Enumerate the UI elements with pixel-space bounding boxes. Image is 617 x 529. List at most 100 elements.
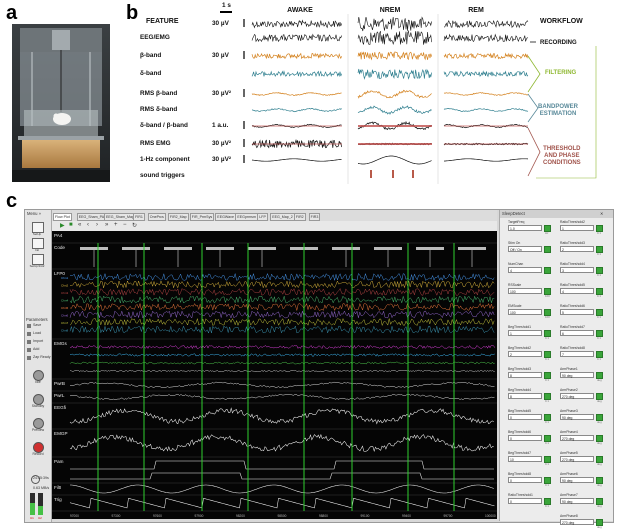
param-unit: 0.1	[597, 294, 601, 298]
stop-icon[interactable]: ■	[69, 222, 73, 228]
param-input[interactable]: 270 deg	[560, 435, 594, 441]
param-input[interactable]: 7	[560, 351, 594, 357]
param-input[interactable]: 1	[560, 225, 594, 231]
menu-button[interactable]: Menu »	[27, 211, 41, 216]
apply-check-icon[interactable]	[544, 246, 551, 253]
param-input[interactable]: 100	[508, 288, 542, 294]
param-input[interactable]: 0	[508, 435, 542, 441]
zoom-in-icon[interactable]: +	[114, 222, 118, 228]
x-tick-8: 99400	[402, 514, 411, 518]
param-input[interactable]: 90 deg	[560, 414, 594, 420]
param-unit: 0.1	[597, 252, 601, 256]
param-button-4[interactable]: Zap Ready	[33, 355, 51, 359]
param-input[interactable]: 1	[508, 330, 542, 336]
plot-trace-emgp	[69, 433, 494, 453]
code-marker-0	[80, 247, 108, 250]
flow-plot-area[interactable]: PA4 Code LFP0 EMGs PwrB PwrL EEGfi EMGP Pam FiltI…	[52, 231, 497, 519]
param-label: ArmPhase6	[560, 472, 578, 476]
param-field-right_col2-7: ArmPhase1 90 deg deg	[560, 367, 603, 382]
param-unit: deg	[597, 504, 602, 508]
setup-button-label-2: SetUp/Init2	[29, 264, 45, 268]
fast-forward-icon[interactable]: »	[105, 222, 108, 228]
tab-12[interactable]: FIR3	[308, 213, 321, 221]
play-icon[interactable]: ▶	[60, 222, 65, 229]
param-field-right_col1-2: NumChan 4	[508, 262, 551, 277]
plot-trace-emg-1	[69, 344, 496, 350]
param-input[interactable]: 90 deg	[560, 498, 594, 504]
param-input[interactable]: 5	[560, 309, 594, 315]
param-unit: 100	[545, 294, 550, 298]
channel-label-1: Code	[54, 245, 65, 250]
param-label: ArmPhase2	[560, 388, 578, 392]
rewind-icon[interactable]: «	[78, 222, 81, 228]
tab-2[interactable]: EEG_Sham_Map	[104, 213, 136, 221]
panel-letter-c: c	[6, 190, 18, 212]
param-label: RatioThreshold4	[560, 262, 585, 266]
plot-trace-lfp-0	[69, 272, 495, 282]
param-input[interactable]: 270 deg	[560, 519, 594, 525]
param-input[interactable]: 1.0	[508, 225, 542, 231]
tab-5[interactable]: FIR2_Map	[167, 213, 189, 221]
param-input[interactable]: 270 deg	[560, 393, 594, 399]
param-input[interactable]: 270 deg	[560, 456, 594, 462]
param-label: ArmPhase8	[560, 514, 578, 518]
trace-0-0	[251, 19, 342, 29]
param-button-3[interactable]: Add	[33, 347, 39, 351]
param-button-0[interactable]: Save	[33, 323, 41, 327]
tab-3[interactable]: FIR1	[133, 213, 145, 221]
x-tick-2: 97600	[153, 514, 162, 518]
channel-label-4: PwrB	[54, 381, 65, 386]
plot-trace-filti	[70, 484, 494, 494]
param-input[interactable]: Off / On	[508, 246, 542, 252]
level-meter-1	[30, 493, 35, 515]
param-input[interactable]: 2	[508, 351, 542, 357]
param-input[interactable]: 0	[508, 477, 542, 483]
param-input[interactable]: 8	[508, 372, 542, 378]
disk-time: 24:35:39s	[33, 476, 49, 480]
sound-trigger-1	[392, 170, 394, 178]
disk-rate: 0.63 MB/s	[33, 486, 50, 490]
param-input[interactable]: 4	[560, 288, 594, 294]
run-button-label-1: Standby	[31, 404, 45, 408]
param-label: RatioThreshold3	[560, 241, 585, 245]
param-input[interactable]: 10	[508, 456, 542, 462]
plot-trace-lfp-1	[69, 280, 495, 289]
tab-7[interactable]: EEGWave	[215, 213, 236, 221]
level-meter-1-fill	[30, 503, 35, 515]
tab-4[interactable]: OnePrcs	[147, 213, 166, 221]
plot-trace-lfp-2	[69, 287, 495, 296]
tab-11[interactable]: FIR2	[293, 213, 306, 221]
tab-0[interactable]: Flow Plot	[53, 213, 72, 221]
tab-6[interactable]: FIR_PrmSys	[189, 213, 215, 221]
code-marker-6	[332, 247, 360, 250]
param-label: BegThreshold3	[508, 367, 531, 371]
run-button-label-2: Preview	[31, 428, 45, 432]
tab-10[interactable]: EEG_Map_2	[270, 213, 295, 221]
param-input[interactable]: 3	[560, 267, 594, 273]
lfp-sublabel-6: Chn7	[61, 321, 69, 325]
code-marker-7	[374, 247, 402, 250]
close-icon[interactable]: ✕	[600, 211, 604, 216]
apply-check-icon[interactable]	[544, 267, 551, 274]
param-input[interactable]: 6	[560, 330, 594, 336]
param-input[interactable]: 4	[508, 267, 542, 273]
param-input[interactable]: 100	[508, 309, 542, 315]
param-input[interactable]: 90 deg	[560, 477, 594, 483]
step-back-icon[interactable]: ‹	[87, 222, 89, 228]
param-input[interactable]: 2	[560, 246, 594, 252]
plot-trace-lfp-7	[69, 325, 495, 334]
tab-1[interactable]: EEG_Sham_PA	[76, 213, 107, 221]
step-forward-icon[interactable]: ›	[96, 222, 98, 228]
refresh-icon[interactable]: ↻	[132, 222, 137, 229]
tab-8[interactable]: EEGprmsm	[235, 213, 258, 221]
param-button-1[interactable]: Load	[33, 331, 41, 335]
param-input[interactable]: 90 deg	[560, 372, 594, 378]
lfp-sublabel-3: Chn4	[61, 299, 69, 303]
workflow-bracket-bandpower	[527, 93, 539, 123]
zoom-out-icon[interactable]: −	[123, 222, 127, 228]
tab-9[interactable]: LFP	[257, 213, 268, 221]
param-input[interactable]: 0	[508, 498, 542, 504]
param-input[interactable]: 0	[508, 414, 542, 420]
param-button-2[interactable]: Import	[33, 339, 43, 343]
param-input[interactable]: 8	[508, 393, 542, 399]
